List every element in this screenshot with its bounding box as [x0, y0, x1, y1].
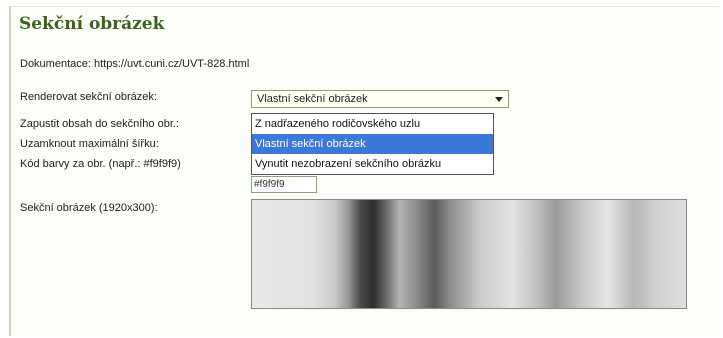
run-content-label: Zapustit obsah do sekčního obr.: — [20, 118, 179, 130]
dropdown-option-custom[interactable]: Vlastní sekční obrázek — [252, 134, 493, 154]
documentation-link[interactable]: Dokumentace: https://uvt.cuni.cz/UVT-828… — [20, 58, 249, 70]
color-code-label: Kód barvy za obr. (např.: #f9f9f9) — [20, 158, 181, 170]
render-select-dropdown: Z nadřazeného rodičovského uzlu Vlastní … — [251, 113, 494, 175]
dropdown-option-hide[interactable]: Vynutit nezobrazení sekčního obrázku — [252, 154, 493, 174]
section-title: Sekční obrázek — [19, 14, 165, 34]
dropdown-option-parent[interactable]: Z nadřazeného rodičovského uzlu — [252, 114, 493, 134]
chevron-down-icon — [495, 97, 503, 102]
render-select[interactable]: Vlastní sekční obrázek — [251, 90, 509, 108]
color-code-input[interactable]: #f9f9f9 — [251, 176, 317, 193]
section-image-preview[interactable] — [251, 199, 687, 309]
lock-width-label: Uzamknout maximální šířku: — [20, 138, 159, 150]
render-select-value: Vlastní sekční obrázek — [257, 93, 368, 105]
section-image-label: Sekční obrázek (1920x300): — [20, 202, 158, 214]
render-label: Renderovat sekční obrázek: — [20, 91, 157, 103]
